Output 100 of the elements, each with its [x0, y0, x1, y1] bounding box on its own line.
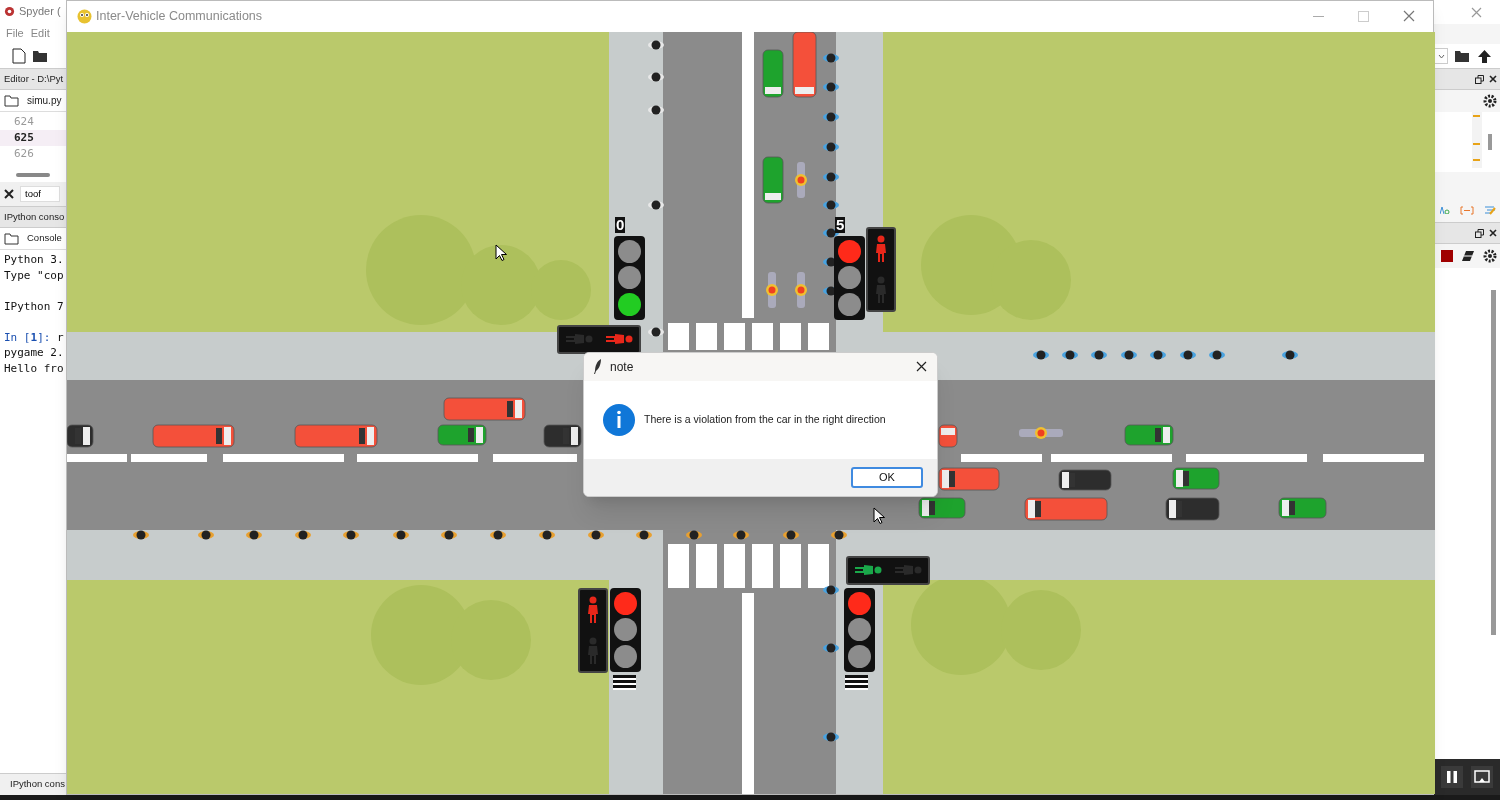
pedestrian-icon: [831, 530, 847, 540]
pedestrian-icon: [823, 112, 839, 122]
window-title: Inter-Vehicle Communications: [96, 8, 263, 26]
line-number: 624: [14, 113, 34, 130]
scrollbar[interactable]: [16, 173, 50, 177]
car-icon: [1024, 497, 1108, 521]
motorcycle-icon: [795, 271, 807, 308]
dialog-title: note: [610, 358, 634, 376]
close-icon[interactable]: [1489, 75, 1497, 83]
motorcycle-icon: [766, 271, 778, 308]
pedestrian-icon: [823, 585, 839, 595]
car-icon: [67, 424, 94, 448]
line-number: 626: [14, 145, 34, 162]
feather-icon: [594, 359, 602, 375]
console-line: Python 3.: [4, 252, 65, 268]
car-icon: [1165, 497, 1220, 521]
restore-icon[interactable]: [1475, 228, 1484, 238]
mouse-cursor-icon: [873, 507, 885, 524]
folder-icon[interactable]: [4, 94, 19, 107]
pedestrian-icon: [823, 200, 839, 210]
screen-icon[interactable]: [1471, 766, 1493, 788]
pedestrian-icon: [1062, 350, 1078, 360]
pedestrian-icon: [823, 82, 839, 92]
pedestrian-icon: [1033, 350, 1049, 360]
pedestrian-icon: [441, 530, 457, 540]
pane-title: Editor - D:\Pyt: [4, 71, 64, 86]
pedestrian-icon: [823, 172, 839, 182]
pedestrian-icon: [588, 530, 604, 540]
pedestrian-icon: [1091, 350, 1107, 360]
find-field[interactable]: toof: [20, 185, 60, 203]
pedestrian-icon: [1180, 350, 1196, 360]
pedestrian-icon: [636, 530, 652, 540]
pedestrian-icon: [1209, 350, 1225, 360]
crosswalk-stripe: [696, 543, 717, 588]
pedestrian-icon: [648, 40, 664, 50]
car-icon: [762, 49, 784, 98]
arrow-up-icon[interactable]: [1477, 48, 1492, 64]
pause-icon[interactable]: [1441, 766, 1463, 788]
ok-button[interactable]: OK: [851, 466, 923, 488]
new-file-icon[interactable]: [12, 48, 26, 64]
crosswalk-stripe: [780, 322, 801, 350]
motorcycle-icon: [1019, 426, 1063, 439]
pedestrian-icon: [648, 105, 664, 115]
crosswalk-stripe: [752, 322, 773, 350]
settings-icon[interactable]: [1483, 94, 1497, 108]
car-icon: [938, 424, 958, 448]
car-icon: [762, 156, 784, 204]
pedestrian-icon: [490, 530, 506, 540]
countdown-number: 0: [615, 216, 626, 233]
crosswalk-stripe: [808, 543, 829, 588]
menu-item[interactable]: File: [6, 24, 24, 42]
crosswalk-stripe: [696, 322, 717, 350]
car-icon: [1278, 497, 1327, 519]
text-case-icon[interactable]: [1440, 206, 1450, 214]
pedestrian-icon: [1150, 350, 1166, 360]
crosswalk-stripe: [808, 322, 829, 350]
scrollbar[interactable]: [1488, 134, 1492, 150]
window-title: Spyder (: [19, 3, 61, 19]
car-icon: [1058, 469, 1112, 491]
dialog-message: There is a violation from the car in the right direction: [644, 412, 886, 428]
car-icon: [294, 424, 378, 448]
menu-item[interactable]: Edit: [30, 24, 50, 42]
restore-icon[interactable]: [1475, 74, 1484, 84]
scrollbar[interactable]: [1491, 290, 1496, 635]
console-line: pygame 2.: [4, 345, 65, 361]
car-icon: [152, 424, 235, 448]
pedestrian-icon: [823, 643, 839, 653]
console-line: IPython 7: [4, 298, 65, 314]
close-icon[interactable]: [4, 189, 14, 199]
folder-icon[interactable]: [4, 232, 19, 245]
eraser-icon[interactable]: [1461, 250, 1475, 262]
pedestrian-icon: [198, 530, 214, 540]
bracket-icon[interactable]: [1460, 205, 1474, 215]
pedestrian-icon: [343, 530, 359, 540]
folder-icon[interactable]: [32, 49, 49, 63]
motorcycle-icon: [795, 161, 807, 198]
pedestrian-icon: [539, 530, 555, 540]
pedestrian-icon: [823, 142, 839, 152]
pedestrian-icon: [733, 530, 749, 540]
pane-title: IPython conso: [4, 209, 65, 224]
pedestrian-icon: [133, 530, 149, 540]
car-icon: [443, 397, 526, 421]
close-icon[interactable]: [916, 361, 927, 373]
close-icon[interactable]: [1489, 229, 1497, 237]
pedestrian-icon: [648, 72, 664, 82]
folder-icon[interactable]: [1454, 49, 1471, 63]
pedestrian-icon: [648, 200, 664, 210]
crosswalk-stripe: [724, 322, 745, 350]
pedestrian-icon: [295, 530, 311, 540]
pedestrian-icon: [648, 327, 664, 337]
pedestrian-icon: [1282, 350, 1298, 360]
crosswalk-stripe: [668, 322, 689, 350]
settings-icon[interactable]: [1483, 249, 1497, 263]
car-icon: [543, 424, 582, 448]
console-line: Hello fro: [4, 360, 65, 376]
pedestrian-icon: [1121, 350, 1137, 360]
car-icon: [1124, 424, 1174, 446]
console-prompt: In [1]: r: [4, 329, 65, 345]
pedestrian-icon: [783, 530, 799, 540]
crosswalk-stripe: [752, 543, 773, 588]
